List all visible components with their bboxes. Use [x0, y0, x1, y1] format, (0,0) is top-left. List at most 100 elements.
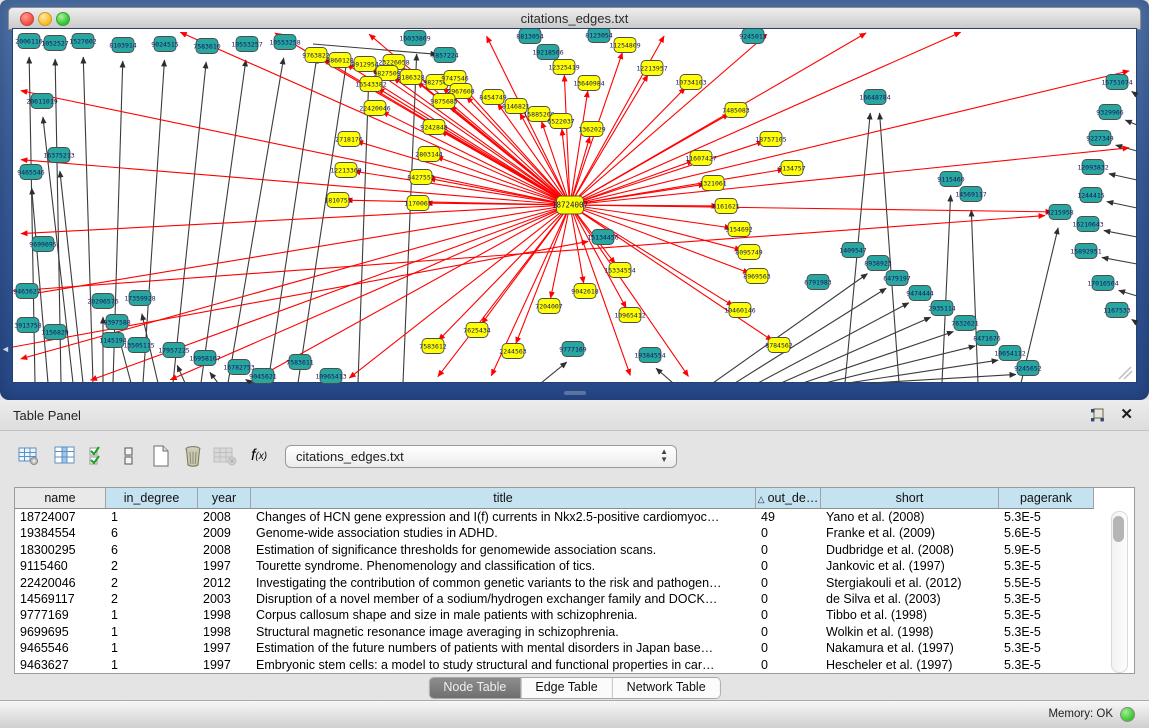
show-columns-icon[interactable]	[52, 443, 78, 469]
network-svg[interactable]: 9763822886012889129542322605898275091654…	[13, 29, 1138, 384]
graph-node[interactable]: 8215958	[1046, 205, 1073, 220]
cell-out_de[interactable]: 0	[756, 558, 821, 574]
cell-name[interactable]: 9115460	[15, 558, 106, 574]
column-header-out_de[interactable]: △out_de…	[756, 488, 821, 509]
column-header-year[interactable]: year	[198, 488, 251, 509]
table-row[interactable]: 969969511998Structural magnetic resonanc…	[15, 624, 1134, 640]
graph-node[interactable]: 8095749	[735, 245, 762, 260]
cell-title[interactable]: Estimation of significance thresholds fo…	[251, 542, 756, 558]
tab-network-table[interactable]: Network Table	[612, 678, 720, 698]
cell-name[interactable]: 18300295	[15, 542, 106, 558]
graph-node[interactable]: 13640984	[573, 76, 604, 91]
cell-in_degree[interactable]: 2	[106, 575, 198, 591]
select-columns-icon[interactable]	[86, 443, 112, 469]
cell-year[interactable]: 1998	[198, 607, 251, 623]
graph-node[interactable]: 1052527	[41, 36, 68, 51]
graph-node[interactable]: 12213957	[636, 61, 667, 76]
graph-node[interactable]: 1409547	[839, 243, 866, 258]
cell-in_degree[interactable]: 1	[106, 624, 198, 640]
cell-title[interactable]: Tourette syndrome. Phenomenology and cla…	[251, 558, 756, 574]
cell-out_de[interactable]: 0	[756, 575, 821, 591]
graph-node[interactable]: 6791983	[804, 275, 831, 290]
graph-node[interactable]: 8427552	[407, 170, 434, 185]
graph-node[interactable]: 7485083	[722, 103, 749, 118]
graph-node[interactable]: 10460146	[724, 303, 755, 318]
graph-node[interactable]: 12093832	[1077, 160, 1108, 175]
graph-node[interactable]: 7632621	[951, 316, 978, 331]
graph-node[interactable]: 1321061	[699, 176, 726, 191]
graph-node[interactable]: 17957225	[158, 343, 189, 358]
cell-title[interactable]: Embryonic stem cells: a model to study s…	[251, 657, 756, 673]
cell-out_de[interactable]: 0	[756, 525, 821, 541]
column-header-short[interactable]: short	[821, 488, 999, 509]
graph-node[interactable]: 9242848	[420, 120, 447, 135]
window-titlebar[interactable]: citations_edges.txt	[8, 7, 1141, 30]
graph-node[interactable]: 12325419	[548, 60, 579, 75]
graph-node[interactable]: 17016504	[1087, 276, 1118, 291]
tab-node-table[interactable]: Node Table	[429, 678, 520, 698]
cell-name[interactable]: 9777169	[15, 607, 106, 623]
function-builder-icon[interactable]: f(x)	[246, 443, 272, 469]
graph-node[interactable]: 8969563	[743, 269, 770, 284]
graph-node[interactable]: 8186328	[397, 70, 424, 85]
cell-out_de[interactable]: 0	[756, 657, 821, 673]
table-row[interactable]: 1830029562008Estimation of significance …	[15, 542, 1134, 558]
delete-table-icon[interactable]	[212, 443, 238, 469]
table-row[interactable]: 1872400712008Changes of HCN gene express…	[15, 509, 1134, 525]
cell-short[interactable]: Wolkin et al. (1998)	[821, 624, 999, 640]
graph-node[interactable]: 10553257	[231, 37, 262, 52]
cell-year[interactable]: 1997	[198, 657, 251, 673]
cell-name[interactable]: 9699695	[15, 624, 106, 640]
graph-node[interactable]: 9465546	[17, 165, 44, 180]
graph-node[interactable]: 9045621	[249, 369, 276, 384]
cell-year[interactable]: 2009	[198, 525, 251, 541]
graph-node[interactable]: 11254809	[609, 38, 640, 53]
table-row[interactable]: 977716911998Corpus callosum shape and si…	[15, 607, 1134, 623]
cell-short[interactable]: Jankovic et al. (1997)	[821, 558, 999, 574]
graph-node[interactable]: 9024515	[151, 37, 178, 52]
cell-name[interactable]: 9465546	[15, 640, 106, 656]
graph-node[interactable]: 1167533	[1103, 303, 1130, 318]
graph-node[interactable]: 16210643	[1072, 217, 1103, 232]
table-settings-icon[interactable]	[16, 443, 42, 469]
panel-collapse-arrow-icon[interactable]: ◄	[1, 344, 10, 354]
close-panel-icon[interactable]: ✕	[1120, 405, 1133, 423]
graph-node[interactable]: 2935114	[928, 301, 955, 316]
column-header-pagerank[interactable]: pagerank	[999, 488, 1094, 509]
cell-title[interactable]: Structural magnetic resonance image aver…	[251, 624, 756, 640]
table-row[interactable]: 2242004622012Investigating the contribut…	[15, 575, 1134, 591]
cell-short[interactable]: Stergiakouli et al. (2012)	[821, 575, 999, 591]
graph-nodes[interactable]: 9763822886012889129542322605898275091654…	[13, 29, 1132, 384]
graph-node[interactable]: 20206576	[87, 294, 118, 309]
cell-name[interactable]: 22420046	[15, 575, 106, 591]
cell-in_degree[interactable]: 6	[106, 525, 198, 541]
table-vertical-scrollbar[interactable]	[1111, 511, 1128, 673]
graph-node[interactable]: 7204007	[535, 299, 562, 314]
graph-node[interactable]: 20611019	[26, 94, 57, 109]
graph-node[interactable]: 7583611	[286, 355, 313, 370]
graph-node[interactable]: 16958107	[189, 351, 220, 366]
cell-year[interactable]: 2008	[198, 509, 251, 525]
cell-short[interactable]: Franke et al. (2009)	[821, 525, 999, 541]
graph-node[interactable]: 9397588	[103, 315, 130, 330]
cell-name[interactable]: 19384554	[15, 525, 106, 541]
cell-pagerank[interactable]: 5.5E-5	[999, 575, 1094, 591]
graph-node[interactable]: 7625434	[463, 323, 490, 338]
cell-out_de[interactable]: 49	[756, 509, 821, 525]
graph-node[interactable]: 10734103	[675, 75, 706, 90]
graph-node[interactable]: 17359928	[124, 291, 155, 306]
tab-edge-table[interactable]: Edge Table	[520, 678, 611, 698]
graph-node[interactable]: 7857224	[431, 48, 458, 63]
graph-node[interactable]: 8938923	[864, 256, 891, 271]
cell-title[interactable]: Estimation of the future numbers of pati…	[251, 640, 756, 656]
graph-node[interactable]: 9115460	[937, 172, 964, 187]
graph-node[interactable]: 8161621	[712, 199, 739, 214]
column-header-title[interactable]: title	[251, 488, 756, 509]
cell-pagerank[interactable]: 5.3E-5	[999, 607, 1094, 623]
graph-node[interactable]: 19218506	[532, 45, 563, 60]
graph-node[interactable]: 1810755	[324, 193, 351, 208]
graph-node[interactable]: 7583610	[193, 39, 220, 54]
cell-name[interactable]: 9463627	[15, 657, 106, 673]
graph-node[interactable]: 8103914	[109, 38, 136, 53]
cell-pagerank[interactable]: 5.9E-5	[999, 542, 1094, 558]
